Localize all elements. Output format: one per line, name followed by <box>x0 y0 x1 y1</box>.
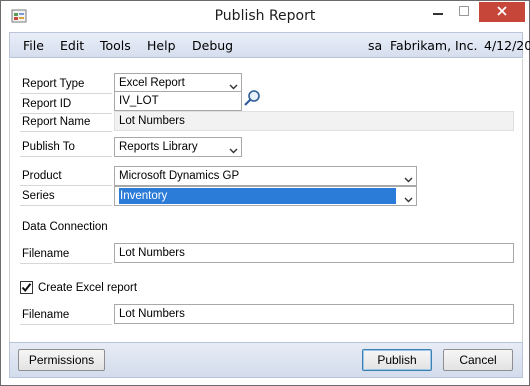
product-value: Microsoft Dynamics GP <box>119 170 240 182</box>
report-name-value: Lot Numbers <box>114 111 514 131</box>
menu-bar: File Edit Tools Help Debug sa Fabrikam, … <box>9 32 530 58</box>
menu-tools[interactable]: Tools <box>100 38 131 53</box>
data-connection-heading: Data Connection <box>22 221 108 233</box>
report-type-label: Report Type <box>20 75 112 94</box>
publish-to-label: Publish To <box>20 138 112 157</box>
minimize-button[interactable] <box>425 2 451 22</box>
report-id-input[interactable]: IV_LOT <box>114 91 242 111</box>
maximize-button[interactable] <box>451 2 477 22</box>
series-value: Inventory <box>119 188 396 204</box>
series-select[interactable]: Inventory <box>114 186 417 206</box>
report-name-label: Report Name <box>20 113 112 132</box>
report-id-label: Report ID <box>20 95 112 114</box>
excel-filename-input[interactable]: Lot Numbers <box>114 304 514 324</box>
cancel-button[interactable]: Cancel <box>443 349 513 371</box>
chevron-down-icon <box>404 192 413 203</box>
publish-report-window: Publish Report File Edit Tools Help Debu… <box>0 0 530 386</box>
menu-edit[interactable]: Edit <box>60 38 84 53</box>
publish-button[interactable]: Publish <box>362 349 432 371</box>
form-area: Report Type Excel Report Report ID IV_LO… <box>9 59 523 342</box>
chevron-down-icon <box>404 172 413 183</box>
report-type-select[interactable]: Excel Report <box>114 73 242 93</box>
data-connection-filename-input[interactable]: Lot Numbers <box>114 243 514 263</box>
menu-help[interactable]: Help <box>147 38 176 53</box>
series-label: Series <box>20 187 112 206</box>
title-bar: Publish Report <box>1 1 529 31</box>
create-excel-checkbox[interactable] <box>20 281 33 294</box>
close-icon <box>497 5 507 20</box>
excel-filename-label: Filename <box>20 306 112 325</box>
data-connection-filename-label: Filename <box>20 245 112 264</box>
chevron-down-icon <box>229 143 238 154</box>
menu-file[interactable]: File <box>23 38 44 53</box>
session-date: 4/12/2017 <box>484 38 530 53</box>
publish-to-value: Reports Library <box>119 141 198 153</box>
close-button[interactable] <box>479 2 525 22</box>
maximize-icon <box>459 5 469 19</box>
report-type-value: Excel Report <box>119 77 185 89</box>
create-excel-label[interactable]: Create Excel report <box>38 279 137 297</box>
session-company: Fabrikam, Inc. <box>390 38 478 53</box>
menu-debug[interactable]: Debug <box>192 38 233 53</box>
chevron-down-icon <box>229 79 238 90</box>
minimize-icon <box>433 5 443 19</box>
product-label: Product <box>20 167 112 186</box>
permissions-button[interactable]: Permissions <box>18 349 105 371</box>
lookup-icon[interactable] <box>242 89 262 109</box>
publish-to-select[interactable]: Reports Library <box>114 137 242 157</box>
session-user: sa <box>368 38 383 53</box>
product-select[interactable]: Microsoft Dynamics GP <box>114 166 417 186</box>
button-bar: Permissions Publish Cancel <box>9 342 523 378</box>
